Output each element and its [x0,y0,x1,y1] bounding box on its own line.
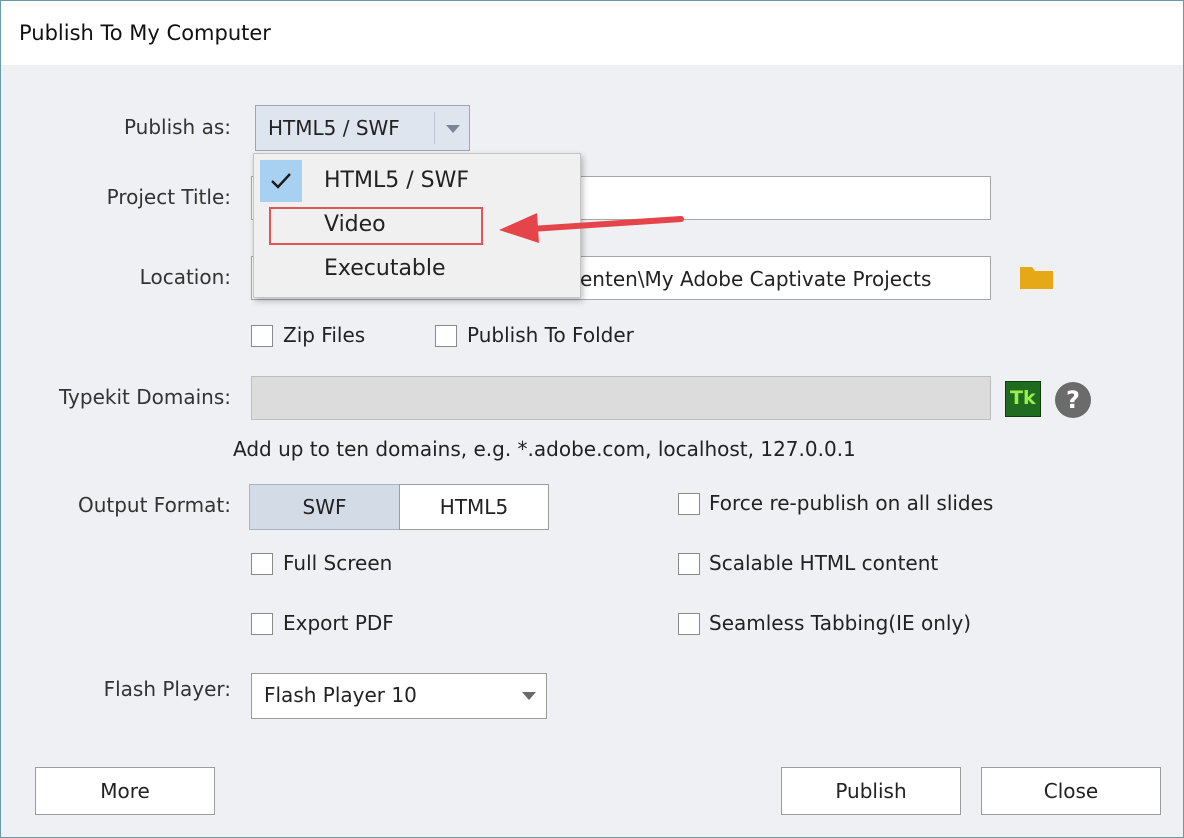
location-value: enten\My Adobe Captivate Projects [580,267,932,291]
publish-as-select[interactable]: HTML5 / SWF [255,105,470,151]
typekit-badge-text: Tk [1010,387,1036,409]
publish-button[interactable]: Publish [781,767,961,815]
menu-item-executable[interactable]: Executable [254,246,580,290]
flash-player-value: Flash Player 10 [264,683,417,707]
menu-item-html5-swf[interactable]: HTML5 / SWF [254,158,580,202]
scalable-html-label: Scalable HTML content [709,551,939,575]
chevron-down-icon [446,125,460,133]
typekit-icon[interactable]: Tk [1005,381,1041,417]
full-screen-label: Full Screen [283,551,393,575]
project-title-label: Project Title: [106,185,231,209]
publish-as-value: HTML5 / SWF [268,116,400,140]
chevron-down-icon [522,692,536,700]
location-label: Location: [139,265,231,289]
help-icon[interactable]: ? [1055,382,1091,418]
window-title: Publish To My Computer [19,21,271,45]
publish-dialog: Publish To My Computer Publish as: HTML5… [0,0,1184,838]
force-republish-checkbox[interactable] [678,493,700,515]
folder-icon[interactable] [1019,263,1055,291]
more-button[interactable]: More [35,767,215,815]
publish-to-folder-checkbox[interactable] [435,325,457,347]
menu-item-label: Executable [324,256,446,281]
zip-files-checkbox[interactable] [251,325,273,347]
publish-to-folder-label: Publish To Folder [467,323,634,347]
zip-files-label: Zip Files [283,323,366,347]
output-format-html5[interactable]: HTML5 [399,484,549,530]
publish-as-label: Publish as: [123,115,231,139]
seamless-tabbing-label: Seamless Tabbing(IE only) [709,611,972,635]
export-pdf-checkbox[interactable] [251,613,273,635]
close-button[interactable]: Close [981,767,1161,815]
seamless-tabbing-checkbox[interactable] [678,613,700,635]
force-republish-label: Force re-publish on all slides [709,491,994,515]
full-screen-checkbox[interactable] [251,553,273,575]
export-pdf-label: Export PDF [283,611,394,635]
output-format-swf[interactable]: SWF [249,484,400,530]
help-glyph: ? [1066,386,1080,414]
select-divider [434,112,435,144]
menu-item-label: HTML5 / SWF [324,168,469,193]
title-bar: Publish To My Computer [1,1,1183,65]
flash-player-label: Flash Player: [103,677,231,701]
video-highlight-box [269,207,483,245]
typekit-label: Typekit Domains: [58,385,231,409]
typekit-hint: Add up to ten domains, e.g. *.adobe.com,… [233,437,856,461]
typekit-domains-input [251,376,991,420]
check-icon [260,160,302,202]
arrow-icon [499,213,684,243]
output-format-label: Output Format: [77,493,231,517]
flash-player-select[interactable]: Flash Player 10 [251,673,547,719]
scalable-html-checkbox[interactable] [678,553,700,575]
